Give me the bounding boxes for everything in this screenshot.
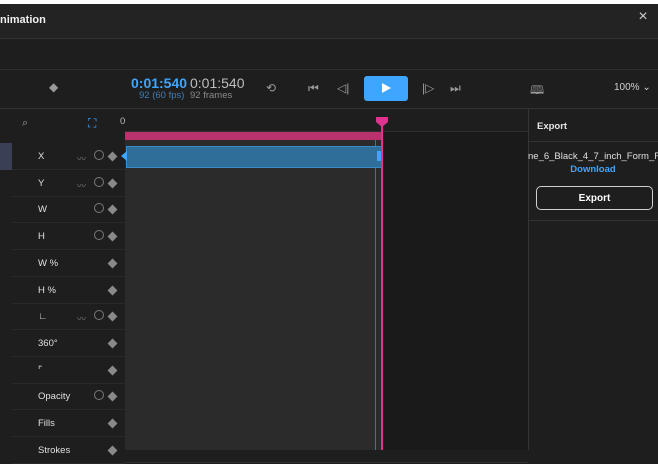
property-row[interactable]: Opacity <box>12 383 125 411</box>
property-row[interactable]: Y 〰 <box>12 170 125 197</box>
window-title: nimation <box>0 14 46 26</box>
keyframe-diamond-icon[interactable] <box>107 311 118 322</box>
search-add-icon[interactable]: ⌕ <box>22 117 28 130</box>
export-title: Export <box>537 121 568 132</box>
keyframe-diamond-icon[interactable] <box>107 285 118 295</box>
secondary-bar <box>0 39 658 70</box>
skip-start-icon[interactable]: ⏮ <box>308 81 319 96</box>
title-bar <box>0 4 658 39</box>
end-marker-line <box>375 140 376 450</box>
download-link[interactable]: Download <box>528 164 658 175</box>
property-label: H <box>38 231 45 243</box>
keyframe-diamond-icon[interactable] <box>107 151 118 162</box>
fps-label: 92 (60 fps) <box>139 90 185 101</box>
spring-icon[interactable] <box>94 203 104 214</box>
property-row[interactable]: H <box>12 223 125 251</box>
property-label: ⌜ <box>38 364 43 376</box>
keyframe-diamond-icon[interactable] <box>107 365 118 376</box>
timeline-row-divider <box>125 462 528 464</box>
keyframe-start-handle[interactable] <box>121 151 127 161</box>
play-button[interactable] <box>364 76 408 101</box>
close-icon[interactable]: × <box>636 9 650 25</box>
step-forward-icon[interactable]: |▷ <box>422 81 434 95</box>
skip-end-icon[interactable]: ⏭ <box>450 81 461 96</box>
property-row[interactable]: H % <box>12 277 125 304</box>
keyframe-diamond-icon[interactable] <box>107 338 118 349</box>
property-row[interactable]: ⌜ <box>12 357 125 384</box>
total-time: 0:01:540 <box>190 75 245 91</box>
spring-icon[interactable] <box>94 176 104 187</box>
property-label: Y <box>38 177 45 189</box>
property-label: 360° <box>38 337 58 349</box>
book-icon[interactable]: 🕮 <box>530 81 544 102</box>
property-label: Fills <box>38 418 55 429</box>
keyframe-diamond-icon[interactable] <box>107 418 118 429</box>
easing-curve-icon[interactable]: 〰 <box>77 179 86 192</box>
export-separator <box>528 220 658 221</box>
spring-icon[interactable] <box>94 230 104 241</box>
property-label: X <box>38 151 45 162</box>
property-row[interactable]: 360° <box>12 330 125 357</box>
easing-curve-icon[interactable]: 〰 <box>77 312 86 325</box>
left-selection <box>0 143 12 170</box>
property-label: ∟ <box>38 311 48 323</box>
spring-icon[interactable] <box>94 390 104 401</box>
easing-curve-icon[interactable]: 〰 <box>77 152 86 165</box>
step-back-icon[interactable]: ◁| <box>337 81 349 95</box>
keyframe-diamond-icon[interactable] <box>107 445 118 456</box>
property-label: Strokes <box>38 444 71 456</box>
property-label: W % <box>38 257 59 269</box>
range-bar[interactable] <box>125 132 382 140</box>
current-time: 0:01:540 <box>131 75 188 91</box>
playhead-line[interactable] <box>381 118 383 450</box>
keyframe-diamond-icon[interactable] <box>107 258 118 269</box>
keyframe-bar-x[interactable] <box>126 146 383 168</box>
property-label: Opacity <box>38 391 71 403</box>
property-row[interactable]: X 〰 <box>12 143 125 170</box>
keyframe-diamond-icon[interactable] <box>107 204 118 215</box>
spring-icon[interactable] <box>94 150 104 160</box>
export-filename: ne_6_Black_4_7_inch_Form_Fac <box>528 151 658 162</box>
animation-range-shade <box>125 140 382 450</box>
property-row[interactable]: ∟ 〰 <box>12 303 125 331</box>
playback-toolbar <box>0 70 658 109</box>
zoom-value: 100% <box>614 82 640 93</box>
export-button[interactable]: Export <box>536 186 653 210</box>
keyframe-diamond-icon[interactable] <box>107 178 118 189</box>
property-row[interactable]: Strokes <box>12 437 125 464</box>
frames-label: 92 frames <box>190 90 233 101</box>
spring-icon[interactable] <box>94 310 104 321</box>
property-row[interactable]: Fills <box>12 410 125 437</box>
property-row[interactable]: W % <box>12 250 125 277</box>
property-row[interactable]: W <box>12 196 125 224</box>
property-label: W <box>38 204 47 216</box>
keyframe-diamond-icon[interactable] <box>107 391 118 402</box>
keyframe-add-icon[interactable]: ◆ <box>49 80 58 94</box>
property-label: H % <box>38 284 56 296</box>
focus-icon[interactable]: ⛶ <box>88 116 96 131</box>
zoom-select[interactable]: 100% ⌄ <box>614 82 651 93</box>
keyframe-diamond-icon[interactable] <box>107 231 118 242</box>
loop-icon[interactable]: ⟲ <box>266 81 276 95</box>
time-ruler[interactable] <box>125 109 528 132</box>
